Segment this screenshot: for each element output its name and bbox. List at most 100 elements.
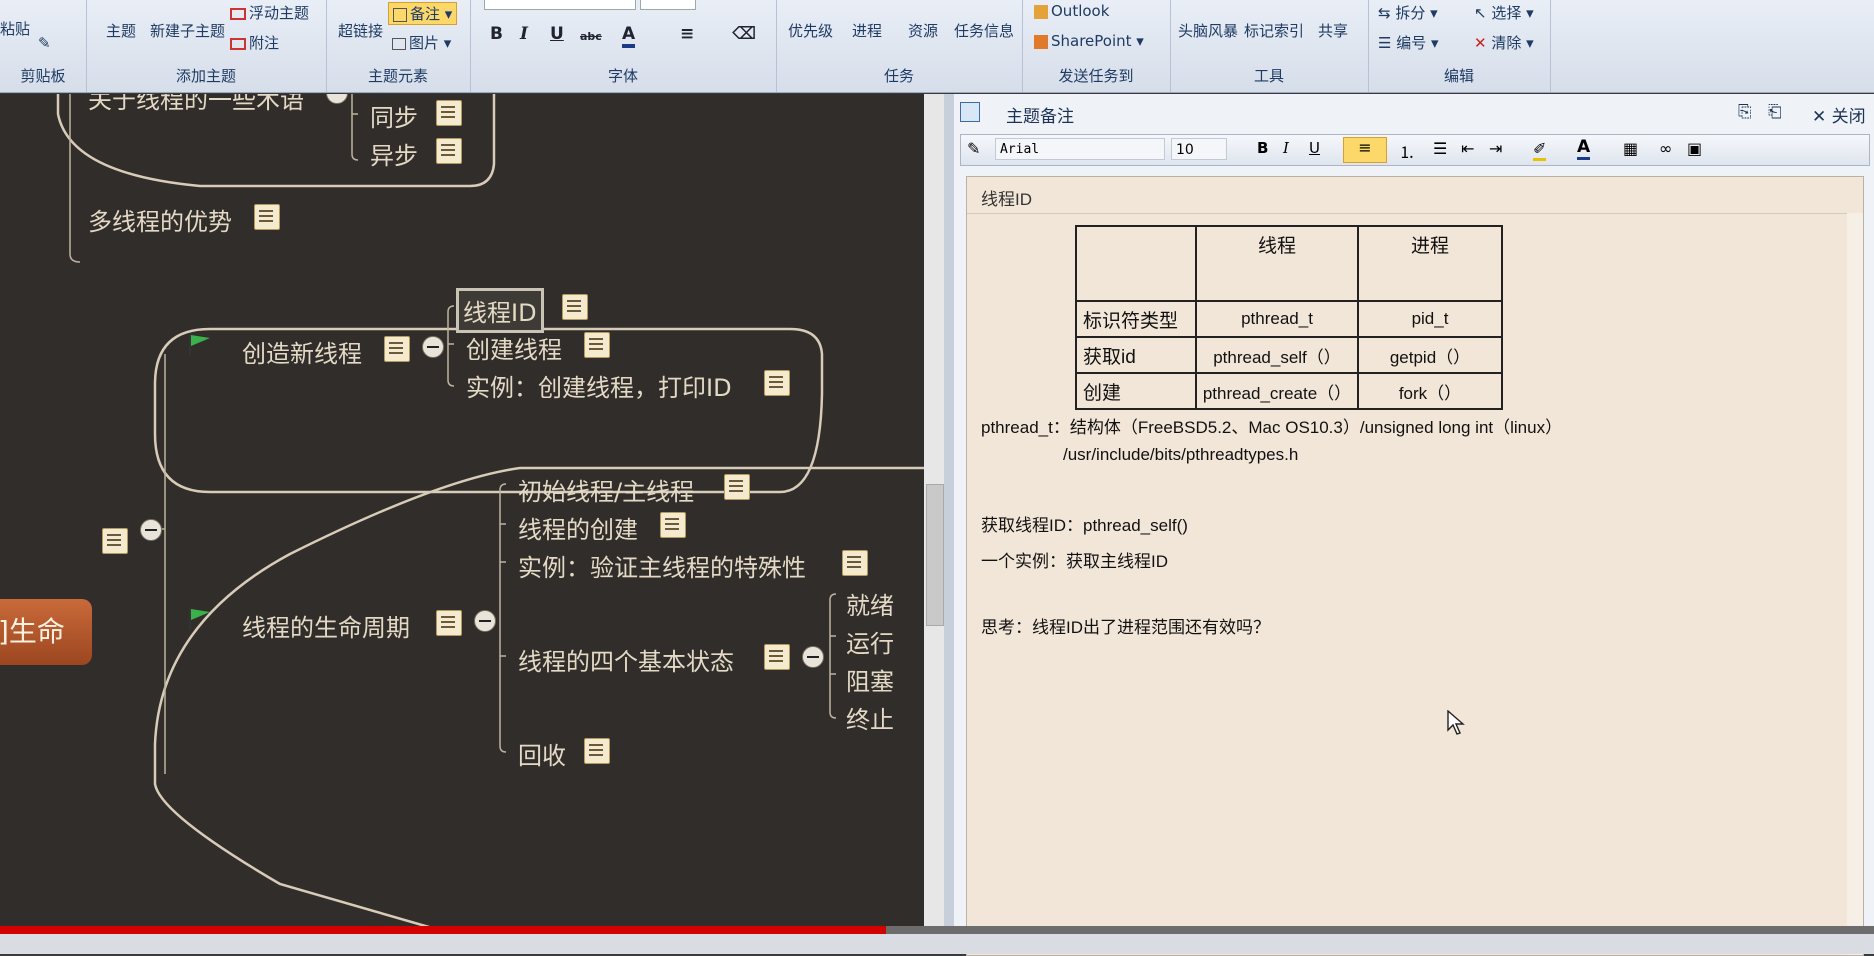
main-thread-topic[interactable]: 初始线程/主线程 — [518, 472, 694, 507]
paste-button[interactable]: 粘贴 — [0, 18, 30, 39]
notes-italic-button[interactable]: I — [1283, 139, 1289, 157]
highlight-icon[interactable]: ✐ — [1533, 139, 1547, 161]
notes-format-toolbar: ✎ Arial 10 B I U ≡ ⒈ ☰ ⇤ ⇥ ✐ A ▦ ∞ ▣ — [960, 134, 1870, 166]
example-verify-topic[interactable]: 实例：验证主线程的特殊性 — [518, 548, 806, 583]
notes-import-icon[interactable]: ⎗ — [1768, 102, 1782, 122]
root-topic[interactable]: ]生命 — [0, 599, 92, 665]
indent-icon[interactable]: ⇥ — [1489, 139, 1502, 158]
pane-splitter[interactable] — [944, 94, 954, 954]
outdent-icon[interactable]: ⇤ — [1461, 139, 1474, 158]
reclaim-topic[interactable]: 回收 — [518, 736, 566, 771]
notes-close-button[interactable]: ✕ 关闭 — [1812, 102, 1866, 127]
canvas-vertical-scrollbar[interactable] — [924, 94, 944, 936]
create-thread-topic[interactable]: 创建线程 — [466, 330, 562, 365]
floating-topic-button[interactable]: 浮动主题 — [230, 2, 309, 23]
bold-button[interactable]: B — [490, 24, 503, 44]
notes-export-icon[interactable]: ⎘ — [1738, 102, 1752, 122]
priority-button[interactable]: 优先级 — [788, 20, 833, 41]
hyperlink-button[interactable]: 超链接 — [338, 20, 383, 41]
sharepoint-button[interactable]: SharePoint ▾ — [1034, 32, 1144, 50]
table-icon[interactable]: ▦ — [1623, 139, 1638, 158]
picture-button[interactable]: 图片 ▾ — [392, 32, 451, 53]
select-button[interactable]: ↖ 选择 ▾ — [1474, 2, 1534, 23]
create-thread-group-topic[interactable]: 创造新线程 — [242, 334, 362, 369]
bullet-list-icon[interactable]: ☰ — [1433, 139, 1447, 158]
thread-id-topic[interactable]: 线程ID — [456, 288, 544, 333]
notes-brush-icon[interactable]: ✎ — [967, 139, 980, 158]
running-topic[interactable]: 运行 — [846, 624, 894, 659]
sharepoint-icon — [1034, 34, 1048, 49]
notes-align-button[interactable]: ≡ — [1343, 137, 1387, 163]
lifecycle-note-icon[interactable] — [436, 610, 462, 636]
table-cell: pthread_t — [1195, 300, 1359, 338]
doc-vertical-scrollbar[interactable] — [1847, 213, 1863, 955]
thread-id-note-icon[interactable] — [562, 294, 588, 320]
align-icon[interactable]: ≡ — [680, 24, 694, 44]
notes-bold-button[interactable]: B — [1257, 139, 1268, 157]
strike-button[interactable]: abc — [580, 30, 602, 43]
task-info-button[interactable]: 任务信息 — [954, 20, 1014, 41]
font-size-box[interactable] — [640, 0, 696, 10]
mindmap-canvas[interactable]: 关于线程的一些术语 同步 异步 多线程的优势 创造新线程 线程ID 创建线程 实… — [0, 94, 924, 936]
text-color-icon[interactable]: A — [1577, 137, 1591, 160]
split-button[interactable]: ⇆ 拆分 ▾ — [1378, 2, 1438, 23]
states-collapse-button[interactable] — [802, 646, 824, 668]
outlook-button[interactable]: Outlook — [1034, 2, 1109, 20]
image-icon[interactable]: ▣ — [1687, 139, 1702, 158]
subtopic-button[interactable]: 新建子主题 — [150, 20, 225, 41]
lifecycle-group-topic[interactable]: 线程的生命周期 — [242, 608, 410, 643]
index-button[interactable]: 标记索引 — [1244, 20, 1304, 41]
notes-font-size[interactable]: 10 — [1171, 138, 1227, 160]
four-states-topic[interactable]: 线程的四个基本状态 — [518, 642, 734, 677]
advantages-note-icon[interactable] — [254, 204, 280, 230]
sync-topic[interactable]: 同步 — [370, 98, 418, 133]
numbered-list-icon[interactable]: ⒈ — [1399, 139, 1415, 163]
notes-button[interactable]: 备注 ▾ — [388, 2, 458, 25]
progress-button[interactable]: 进程 — [852, 20, 882, 41]
thread-creation-note-icon[interactable] — [660, 512, 686, 538]
sync-note-icon[interactable] — [436, 100, 462, 126]
mouse-pointer-icon — [1447, 710, 1465, 735]
notes-document[interactable]: 线程ID 线程 进程 标识符类型 pthread_t pid_t 获取id pt… — [966, 176, 1864, 956]
lifecycle-collapse-button[interactable] — [474, 610, 496, 632]
example-verify-note-icon[interactable] — [842, 550, 868, 576]
canvas-scroll-thumb[interactable] — [926, 484, 944, 626]
brainstorm-button[interactable]: 头脑风暴 — [1178, 20, 1238, 41]
async-topic[interactable]: 异步 — [370, 136, 418, 171]
thread-creation-topic[interactable]: 线程的创建 — [518, 510, 638, 545]
main-thread-note-icon[interactable] — [724, 474, 750, 500]
topic-elements-group: 超链接 备注 ▾ 图片 ▾ 主题元素 — [326, 0, 471, 92]
example-create-note-icon[interactable] — [764, 370, 790, 396]
font-name-box[interactable] — [484, 0, 636, 10]
table-row: 获取id pthread_self（） getpid（） — [1075, 336, 1503, 374]
numbering-button[interactable]: ☰ 编号 ▾ — [1378, 32, 1439, 53]
root-collapse-button[interactable] — [140, 519, 162, 541]
underline-button[interactable]: U — [550, 24, 564, 44]
notes-underline-button[interactable]: U — [1309, 139, 1320, 157]
reclaim-note-icon[interactable] — [584, 738, 610, 764]
create-collapse-button[interactable] — [422, 336, 444, 358]
create-group-note-icon[interactable] — [384, 336, 410, 362]
four-states-note-icon[interactable] — [764, 644, 790, 670]
share-button[interactable]: 共享 — [1318, 20, 1348, 41]
terms-topic[interactable]: 关于线程的一些术语 — [88, 94, 304, 115]
clear-button[interactable]: ✕ 清除 ▾ — [1474, 32, 1534, 53]
callout-button[interactable]: 附注 — [230, 32, 279, 53]
link-icon[interactable]: ∞ — [1659, 139, 1672, 158]
italic-button[interactable]: I — [520, 24, 528, 44]
font-group: B I U abc A ≡ ⌫ 字体 — [470, 0, 777, 92]
root-note-icon[interactable] — [102, 528, 128, 554]
blocked-topic[interactable]: 阻塞 — [846, 662, 894, 697]
example-create-topic[interactable]: 实例：创建线程，打印ID — [466, 368, 732, 403]
notes-font-name[interactable]: Arial — [995, 138, 1165, 160]
font-color-button[interactable]: A — [622, 24, 636, 48]
async-note-icon[interactable] — [436, 138, 462, 164]
create-thread-note-icon[interactable] — [584, 332, 610, 358]
topic-button[interactable]: 主题 — [106, 20, 136, 41]
advantages-topic[interactable]: 多线程的优势 — [88, 202, 232, 237]
ready-topic[interactable]: 就绪 — [846, 586, 894, 621]
terminated-topic[interactable]: 终止 — [846, 700, 894, 735]
resources-button[interactable]: 资源 — [908, 20, 938, 41]
clear-format-icon[interactable]: ⌫ — [732, 24, 756, 44]
format-painter-icon[interactable]: ✎ — [38, 34, 51, 52]
